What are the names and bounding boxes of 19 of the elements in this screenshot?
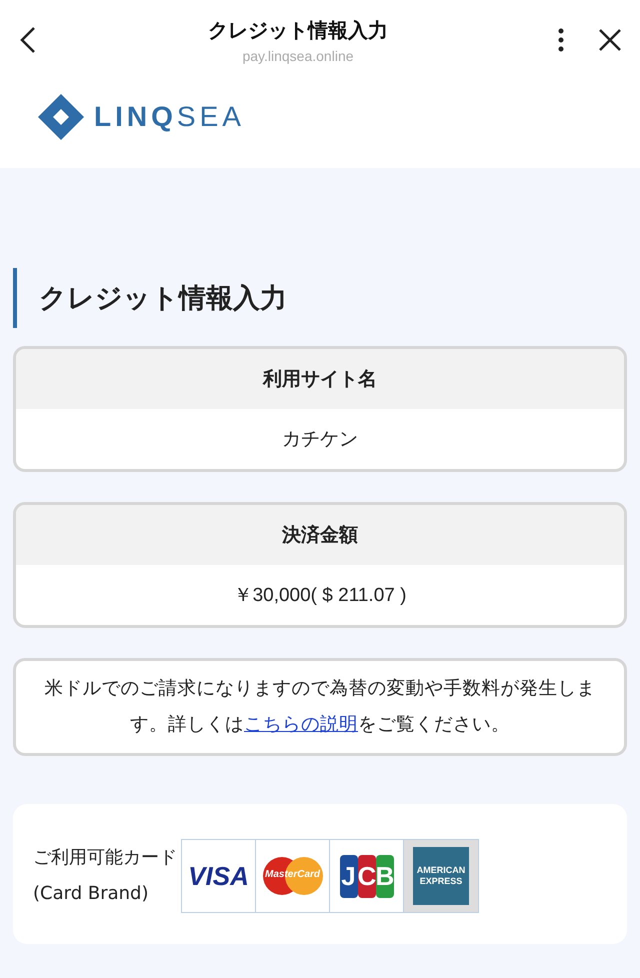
card-brand-label: ご利用可能カード (33, 846, 177, 870)
diamond-logo-icon (38, 94, 84, 140)
explanation-link[interactable]: こちらの説明 (244, 714, 358, 735)
back-button[interactable] (18, 25, 38, 55)
jcb-logo: JCB (340, 854, 394, 898)
page-url: pay.linqsea.online (242, 48, 354, 64)
field-value: カチケン (281, 428, 359, 452)
section-title: クレジット情報入力 (13, 268, 627, 328)
card-brand-label: (Card Brand) (33, 882, 150, 906)
notice-text: 米ドルでのご請求になりますので為替の変動や手数料が発生します。詳しくは こちらの説明 をご覧ください。 (13, 658, 627, 756)
more-icon[interactable] (558, 28, 564, 52)
amex-logo: AMERICAN EXPRESS (413, 847, 469, 905)
brand-name: LINQ SEA (94, 101, 245, 133)
visa-logo: VISA (188, 860, 249, 892)
field-label: 決済金額 (16, 505, 624, 565)
field-label: 利用サイト名 (16, 349, 624, 409)
page-title: クレジット情報入力 (208, 16, 388, 44)
close-button[interactable] (598, 28, 622, 52)
field-value: ￥30,000( $ 211.07 ) (232, 584, 408, 608)
